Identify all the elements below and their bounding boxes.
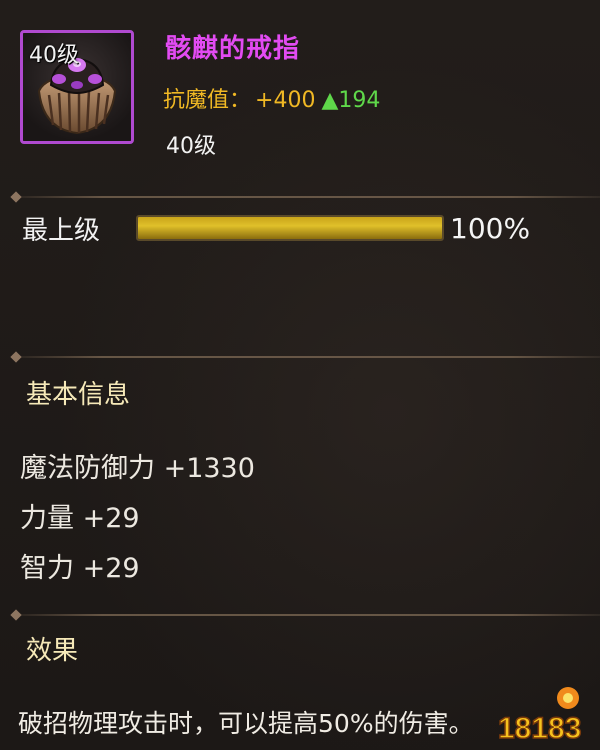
watermark-logo: 18183 <box>497 687 582 746</box>
item-name: 骸麒的戒指 <box>165 34 301 64</box>
stat-value: +400 <box>255 88 316 113</box>
upgrade-progress-percent: 100% <box>450 212 531 245</box>
item-level-badge: 40级 <box>29 43 79 68</box>
stat-increase: ▲194 <box>321 88 381 113</box>
effect-title: 效果 <box>26 636 79 666</box>
effect-description: 破招物理攻击时，可以提高50%的伤害。 <box>18 709 474 738</box>
stat-label: 抗魔值： <box>163 88 252 113</box>
level-requirement: 40级 <box>166 134 216 159</box>
upgrade-level-label: 最上级 <box>22 216 101 246</box>
basic-info-title: 基本信息 <box>26 380 131 410</box>
item-tooltip-panel: 40级 骸麒的戒指 抗魔值： +400 ▲194 40级 最上级 100% 基本信息… <box>0 0 600 750</box>
upgrade-progress-fill <box>138 217 442 239</box>
item-icon-frame: 40级 <box>20 30 134 144</box>
attribute-line: 魔法防御力 +1330 <box>20 453 255 484</box>
attribute-line: 智力 +29 <box>20 553 140 584</box>
primary-stat: 抗魔值： +400 ▲194 <box>163 82 380 114</box>
attribute-line: 力量 +29 <box>20 503 140 534</box>
divider <box>14 196 600 198</box>
upgrade-progress-bar <box>136 215 444 241</box>
divider <box>14 356 600 358</box>
divider <box>14 614 600 616</box>
svg-text:18183: 18183 <box>498 712 581 745</box>
